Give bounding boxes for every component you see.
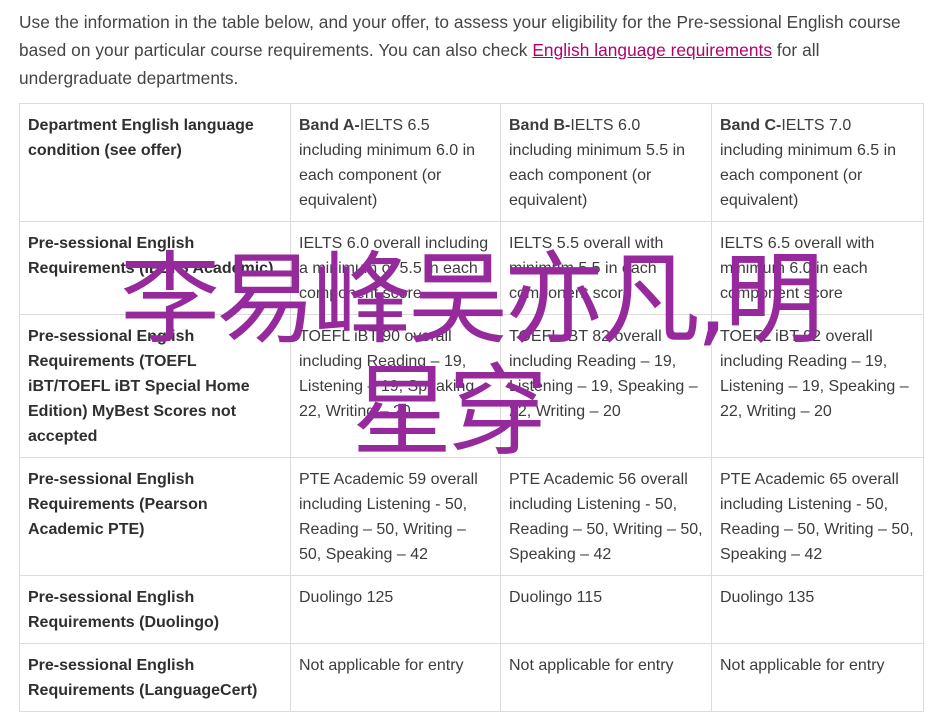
table-header-row: Department English language condition (s… [19, 103, 924, 222]
band-c-cell: Band C-IELTS 7.0 including minimum 6.5 i… [711, 103, 924, 222]
table-cell: Duolingo 115 [500, 575, 712, 644]
table-cell: TOEFL iBT 82 overall including Reading –… [500, 314, 712, 458]
band-a-cell: Band A-IELTS 6.5 including minimum 6.0 i… [290, 103, 501, 222]
table-cell: Not applicable for entry [711, 643, 924, 712]
row-label-languagecert: Pre-sessional English Requirements (Lang… [19, 643, 291, 712]
table-cell: PTE Academic 56 overall including Listen… [500, 457, 712, 576]
intro-paragraph: Use the information in the table below, … [19, 8, 924, 92]
row-label-duolingo: Pre-sessional English Requirements (Duol… [19, 575, 291, 644]
requirements-table: Department English language condition (s… [19, 103, 924, 712]
table-cell: TOEFL iBT 92 overall including Reading –… [711, 314, 924, 458]
row-label-toefl: Pre-sessional English Requirements (TOEF… [19, 314, 291, 458]
table-cell: Not applicable for entry [500, 643, 712, 712]
table-row-ielts: Pre-sessional English Requirements (IELT… [19, 221, 924, 315]
table-row-toefl: Pre-sessional English Requirements (TOEF… [19, 314, 924, 458]
table-cell: PTE Academic 59 overall including Listen… [290, 457, 501, 576]
table-row-duolingo: Pre-sessional English Requirements (Duol… [19, 575, 924, 644]
band-c-name: Band C- [720, 117, 782, 134]
table-cell: PTE Academic 65 overall including Listen… [711, 457, 924, 576]
table-row-languagecert: Pre-sessional English Requirements (Lang… [19, 643, 924, 712]
table-cell: IELTS 6.5 overall with minimum 6.0 in ea… [711, 221, 924, 315]
table-cell: IELTS 5.5 overall with minimum 5.5 in ea… [500, 221, 712, 315]
table-cell: Duolingo 135 [711, 575, 924, 644]
band-b-name: Band B- [509, 117, 571, 134]
header-label-cell: Department English language condition (s… [19, 103, 291, 222]
table-cell: IELTS 6.0 overall including a minimum of… [290, 221, 501, 315]
table-cell: TOEFL iBT 90 overall including Reading –… [290, 314, 501, 458]
table-cell: Not applicable for entry [290, 643, 501, 712]
band-b-cell: Band B-IELTS 6.0 including minimum 5.5 i… [500, 103, 712, 222]
table-cell: Duolingo 125 [290, 575, 501, 644]
table-row-pte: Pre-sessional English Requirements (Pear… [19, 457, 924, 576]
row-label-ielts: Pre-sessional English Requirements (IELT… [19, 221, 291, 315]
row-label-pte: Pre-sessional English Requirements (Pear… [19, 457, 291, 576]
band-a-name: Band A- [299, 117, 360, 134]
english-language-requirements-link[interactable]: English language requirements [532, 40, 772, 60]
